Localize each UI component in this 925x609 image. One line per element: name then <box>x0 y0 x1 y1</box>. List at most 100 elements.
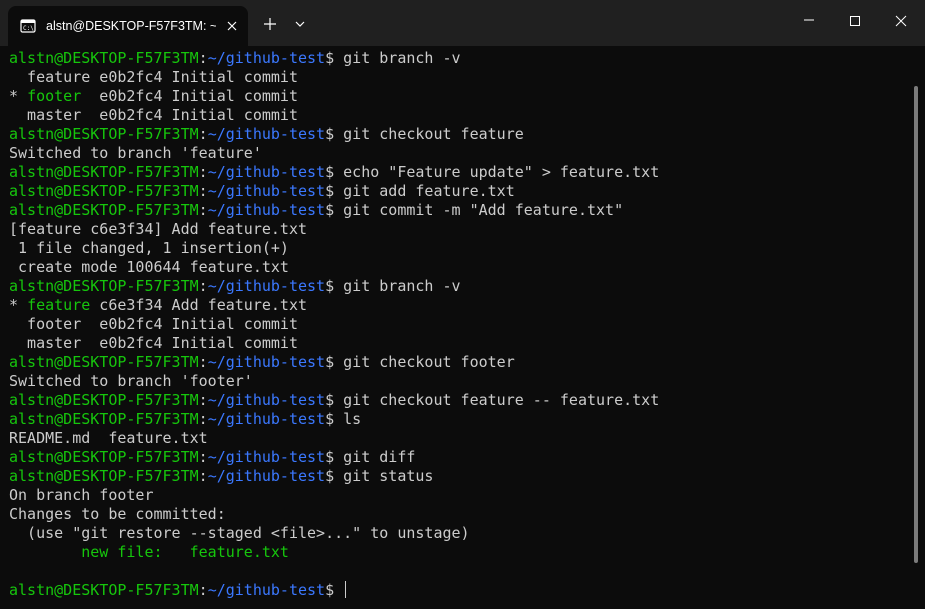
prompt-separator: : <box>198 448 208 466</box>
output-text: feature e0b2fc4 Initial commit <box>9 68 298 86</box>
prompt-symbol: $ <box>325 391 344 409</box>
output-line: 1 file changed, 1 insertion(+) <box>9 239 659 258</box>
prompt-symbol: $ <box>325 467 344 485</box>
output-line: [feature c6e3f34] Add feature.txt <box>9 220 659 239</box>
prompt-line: alstn@DESKTOP-F57F3TM:~/github-test$ <box>9 581 659 600</box>
command-text: git commit -m "Add feature.txt" <box>343 201 624 219</box>
prompt-symbol: $ <box>325 410 344 428</box>
prompt-line: alstn@DESKTOP-F57F3TM:~/github-test$ ech… <box>9 163 659 182</box>
output-text: On branch footer <box>9 486 154 504</box>
prompt-line: alstn@DESKTOP-F57F3TM:~/github-test$ git… <box>9 201 659 220</box>
prompt-separator: : <box>198 410 208 428</box>
output-line: Switched to branch 'footer' <box>9 372 659 391</box>
prompt-separator: : <box>198 467 208 485</box>
prompt-line: alstn@DESKTOP-F57F3TM:~/github-test$ git… <box>9 448 659 467</box>
command-text: git add feature.txt <box>343 182 515 200</box>
prompt-path: ~/github-test <box>207 201 326 219</box>
text-cursor <box>345 581 347 598</box>
output-text: c6e3f34 Add feature.txt <box>90 296 308 314</box>
output-text: Switched to branch 'footer' <box>9 372 253 390</box>
prompt-symbol: $ <box>325 277 344 295</box>
command-text: git branch -v <box>343 277 461 295</box>
output-text: [feature c6e3f34] Add feature.txt <box>9 220 308 238</box>
prompt-symbol: $ <box>325 448 344 466</box>
prompt-line: alstn@DESKTOP-F57F3TM:~/github-test$ git… <box>9 391 659 410</box>
prompt-separator: : <box>198 49 208 67</box>
tab-title: alstn@DESKTOP-F57F3TM: ~/ <box>46 19 216 33</box>
output-line: master e0b2fc4 Initial commit <box>9 106 659 125</box>
tab-terminal[interactable]: C:\ alstn@DESKTOP-F57F3TM: ~/ <box>8 6 248 46</box>
output-line: * feature c6e3f34 Add feature.txt <box>9 296 659 315</box>
output-line: Changes to be committed: <box>9 505 659 524</box>
scrollbar[interactable] <box>914 86 918 563</box>
output-line: feature e0b2fc4 Initial commit <box>9 68 659 87</box>
command-text: git checkout feature <box>343 125 524 143</box>
prompt-path: ~/github-test <box>207 410 326 428</box>
prompt-separator: : <box>198 581 208 599</box>
prompt-user: alstn@DESKTOP-F57F3TM <box>9 49 199 67</box>
terminal-output[interactable]: alstn@DESKTOP-F57F3TM:~/github-test$ git… <box>0 46 925 609</box>
prompt-path: ~/github-test <box>207 353 326 371</box>
prompt-path: ~/github-test <box>207 49 326 67</box>
prompt-user: alstn@DESKTOP-F57F3TM <box>9 125 199 143</box>
prompt-line: alstn@DESKTOP-F57F3TM:~/github-test$ ls <box>9 410 659 429</box>
chevron-down-icon[interactable] <box>288 12 312 36</box>
prompt-separator: : <box>198 353 208 371</box>
maximize-icon[interactable] <box>832 0 878 40</box>
title-bar: C:\ alstn@DESKTOP-F57F3TM: ~/ <box>0 0 925 46</box>
prompt-line: alstn@DESKTOP-F57F3TM:~/github-test$ git… <box>9 182 659 201</box>
prompt-separator: : <box>198 277 208 295</box>
prompt-user: alstn@DESKTOP-F57F3TM <box>9 277 199 295</box>
prompt-line: alstn@DESKTOP-F57F3TM:~/github-test$ git… <box>9 277 659 296</box>
output-text: * <box>9 296 28 314</box>
prompt-user: alstn@DESKTOP-F57F3TM <box>9 182 199 200</box>
prompt-line: alstn@DESKTOP-F57F3TM:~/github-test$ git… <box>9 353 659 372</box>
prompt-path: ~/github-test <box>207 277 326 295</box>
output-text: Switched to branch 'feature' <box>9 144 262 162</box>
output-text: e0b2fc4 Initial commit <box>81 87 298 105</box>
command-text: git diff <box>343 448 416 466</box>
output-line: new file: feature.txt <box>9 543 659 562</box>
output-text: master e0b2fc4 Initial commit <box>9 106 298 124</box>
output-text: create mode 100644 feature.txt <box>9 258 289 276</box>
command-text: git checkout footer <box>343 353 515 371</box>
prompt-symbol: $ <box>325 125 344 143</box>
prompt-line: alstn@DESKTOP-F57F3TM:~/github-test$ git… <box>9 125 659 144</box>
prompt-path: ~/github-test <box>207 125 326 143</box>
close-icon[interactable] <box>222 16 242 36</box>
close-icon[interactable] <box>878 0 924 40</box>
prompt-separator: : <box>198 182 208 200</box>
prompt-separator: : <box>198 163 208 181</box>
plus-icon[interactable] <box>258 12 282 36</box>
prompt-path: ~/github-test <box>207 467 326 485</box>
prompt-symbol: $ <box>325 182 344 200</box>
prompt-path: ~/github-test <box>207 448 326 466</box>
output-text: footer <box>27 87 82 105</box>
prompt-path: ~/github-test <box>207 182 326 200</box>
prompt-user: alstn@DESKTOP-F57F3TM <box>9 201 199 219</box>
prompt-line: alstn@DESKTOP-F57F3TM:~/github-test$ git… <box>9 49 659 68</box>
output-line: (use "git restore --staged <file>..." to… <box>9 524 659 543</box>
prompt-user: alstn@DESKTOP-F57F3TM <box>9 410 199 428</box>
output-text: 1 file changed, 1 insertion(+) <box>9 239 289 257</box>
command-text: git status <box>343 467 434 485</box>
command-text: ls <box>343 410 362 428</box>
prompt-user: alstn@DESKTOP-F57F3TM <box>9 581 199 599</box>
output-line: master e0b2fc4 Initial commit <box>9 334 659 353</box>
command-text: echo "Feature update" > feature.txt <box>343 163 660 181</box>
prompt-separator: : <box>198 125 208 143</box>
minimize-icon[interactable] <box>786 0 832 40</box>
output-line: On branch footer <box>9 486 659 505</box>
terminal-icon: C:\ <box>20 18 36 34</box>
output-line: footer e0b2fc4 Initial commit <box>9 315 659 334</box>
output-text: README.md feature.txt <box>9 429 208 447</box>
output-text: new file: feature.txt <box>9 543 289 561</box>
prompt-user: alstn@DESKTOP-F57F3TM <box>9 353 199 371</box>
output-text: feature <box>27 296 91 314</box>
prompt-symbol: $ <box>325 581 344 599</box>
output-text: footer e0b2fc4 Initial commit <box>9 315 298 333</box>
svg-text:C:\: C:\ <box>23 25 34 32</box>
output-line: Switched to branch 'feature' <box>9 144 659 163</box>
output-line: create mode 100644 feature.txt <box>9 258 659 277</box>
